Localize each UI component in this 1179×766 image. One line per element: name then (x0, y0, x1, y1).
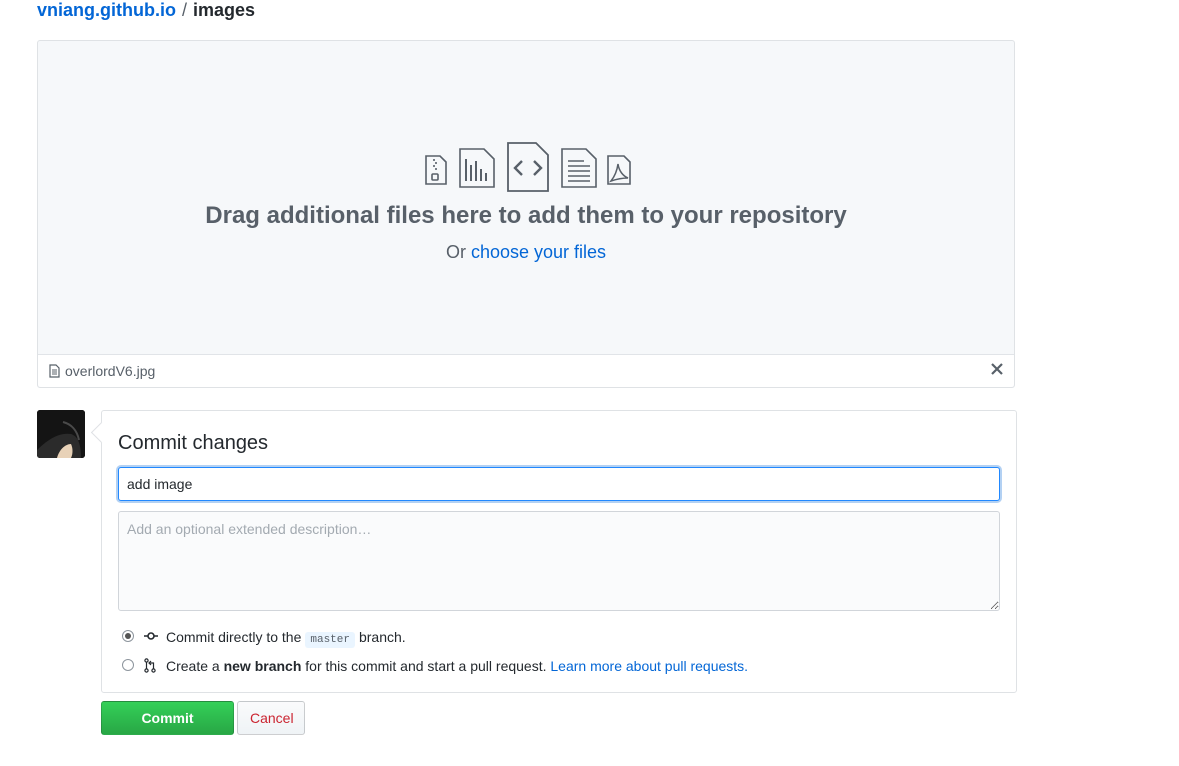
new-branch-option[interactable]: Create a new branch for this commit and … (122, 656, 882, 676)
or-text: Or (445, 242, 466, 262)
avatar (37, 410, 85, 458)
new-branch-bold: new branch (223, 658, 302, 674)
commit-summary-input[interactable] (118, 467, 1000, 501)
file-pdf-icon (607, 155, 631, 185)
new-branch-text-after: for this commit and start a pull request… (305, 658, 547, 674)
new-branch-label: Create a new branch for this commit and … (166, 656, 748, 676)
new-branch-text: Create a (166, 658, 220, 674)
breadcrumb: vniang.github.io / images (37, 0, 255, 22)
commit-description-textarea[interactable] (118, 511, 1000, 611)
avatar-image (37, 410, 85, 458)
dropzone-body: Drag additional files here to add them t… (38, 41, 1014, 356)
file-code-icon (507, 142, 549, 192)
current-folder: images (193, 0, 256, 20)
commit-direct-radio[interactable] (122, 630, 134, 642)
dropzone-subtitle: Or choose your files (38, 242, 1014, 263)
file-type-icons (424, 141, 634, 193)
branch-name-tag: master (305, 632, 355, 648)
uploaded-file-row: overlordV6.jpg (38, 354, 1014, 387)
new-branch-radio[interactable] (122, 659, 134, 671)
x-icon[interactable] (990, 362, 1004, 376)
file-text-icon (561, 148, 597, 188)
uploaded-file-name: overlordV6.jpg (65, 363, 156, 379)
commit-form: Commit changes Commit directly to themas… (90, 410, 1017, 693)
breadcrumb-separator: / (181, 0, 187, 20)
commit-heading: Commit changes (118, 432, 269, 454)
file-dropzone[interactable]: Drag additional files here to add them t… (37, 40, 1015, 388)
commit-direct-text: Commit directly to the (166, 629, 302, 645)
file-zip-icon (425, 155, 447, 185)
dropzone-title: Drag additional files here to add them t… (205, 202, 847, 229)
git-pull-request-icon (144, 658, 156, 673)
commit-direct-text-after: branch. (358, 629, 406, 645)
speech-arrow (90, 421, 113, 444)
choose-files-link[interactable]: choose your files (471, 242, 606, 262)
cancel-button[interactable]: Cancel (237, 701, 305, 735)
commit-direct-label: Commit directly to the master branch. (166, 627, 406, 650)
learn-more-pr-link[interactable]: Learn more about pull requests. (550, 658, 748, 674)
repo-link[interactable]: vniang.github.io (37, 0, 176, 20)
file-icon (49, 364, 60, 378)
commit-changes-button[interactable]: Commit changes (101, 701, 234, 758)
git-commit-icon (144, 632, 158, 640)
graph-icon (459, 148, 495, 188)
commit-direct-option[interactable]: Commit directly to the master branch. (122, 627, 822, 650)
